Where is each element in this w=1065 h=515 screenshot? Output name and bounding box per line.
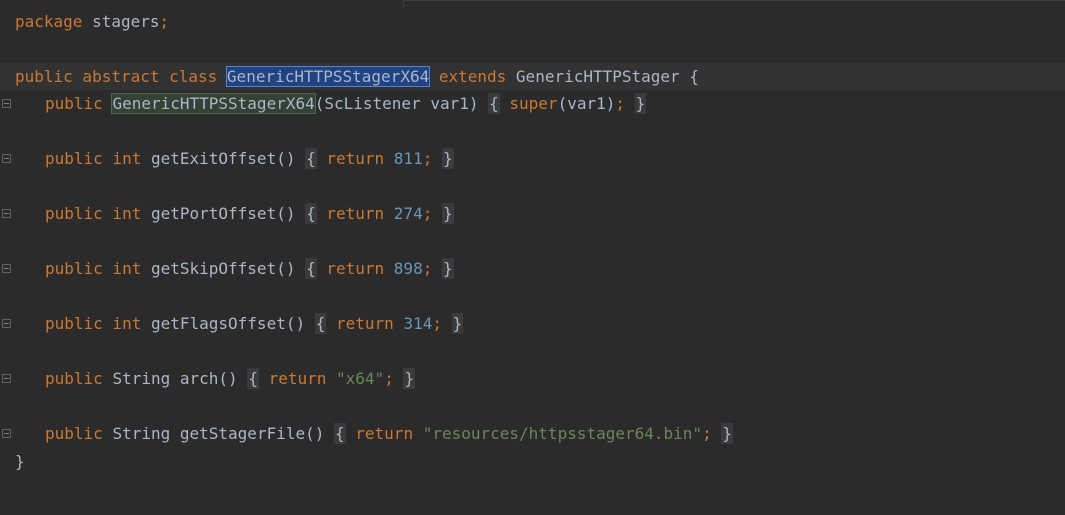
keyword-public-int: public int bbox=[45, 259, 151, 278]
return-type: String bbox=[112, 424, 180, 443]
class-name-selected[interactable]: GenericHTTPSStagerX64 bbox=[225, 66, 431, 87]
code-line-method-flags-offset[interactable]: public int getFlagsOffset() { return 314… bbox=[0, 310, 1065, 337]
return-value: 811 bbox=[393, 149, 423, 168]
semicolon: ; bbox=[432, 314, 442, 333]
fold-minus-icon[interactable] bbox=[2, 374, 11, 383]
fold-minus-icon[interactable] bbox=[2, 264, 11, 273]
code-line-3[interactable]: public abstract class GenericHTTPSStager… bbox=[0, 63, 1065, 90]
keyword-return: return bbox=[345, 424, 423, 443]
method-name: getSkipOffset() bbox=[150, 259, 306, 278]
code-line-method-arch[interactable]: public String arch() { return "x64"; } bbox=[0, 365, 1065, 392]
super-class-name: GenericHTTPStager { bbox=[515, 67, 699, 86]
keyword-extends: extends bbox=[429, 67, 516, 86]
code-line-method-skip-offset[interactable]: public int getSkipOffset() { return 898;… bbox=[0, 255, 1065, 282]
method-name: getFlagsOffset() bbox=[150, 314, 315, 333]
folded-brace-close: } bbox=[441, 258, 454, 279]
fold-minus-icon[interactable] bbox=[2, 99, 11, 108]
folded-brace-open: { bbox=[488, 93, 500, 114]
keyword-super: super bbox=[499, 94, 558, 113]
semicolon: ; bbox=[615, 94, 625, 113]
super-call-args: (var1) bbox=[557, 94, 616, 113]
class-closing-brace: } bbox=[15, 452, 25, 471]
code-line-method-exit-offset[interactable]: public int getExitOffset() { return 811;… bbox=[0, 145, 1065, 172]
return-type: String bbox=[112, 369, 180, 388]
return-value: 314 bbox=[403, 314, 433, 333]
code-line-1[interactable]: package stagers; bbox=[0, 8, 1065, 35]
code-editor[interactable]: package stagers; public abstract class G… bbox=[0, 0, 1065, 515]
folded-brace-close: } bbox=[441, 148, 454, 169]
semicolon: ; bbox=[422, 149, 433, 168]
keyword-return: return bbox=[316, 204, 394, 223]
constructor-name-highlight[interactable]: GenericHTTPSStagerX64 bbox=[111, 93, 316, 114]
code-line-closing-brace[interactable]: } bbox=[0, 448, 1065, 475]
keyword-public-int: public int bbox=[45, 149, 151, 168]
folded-brace-open: { bbox=[305, 258, 317, 279]
keyword-return: return bbox=[258, 369, 337, 388]
folded-brace-close: } bbox=[441, 203, 454, 224]
return-value: "x64" bbox=[336, 369, 385, 388]
return-value: "resources/httpsstager64.bin" bbox=[422, 424, 703, 443]
fold-minus-icon[interactable] bbox=[2, 209, 11, 218]
keyword-public: public bbox=[45, 424, 113, 443]
folded-brace-open: { bbox=[305, 148, 317, 169]
folded-brace-close: } bbox=[634, 93, 647, 114]
fold-minus-icon[interactable] bbox=[2, 319, 11, 328]
keyword-package: package bbox=[15, 12, 83, 31]
folded-brace-open: { bbox=[305, 203, 317, 224]
method-name: getStagerFile() bbox=[179, 424, 334, 443]
code-line-method-port-offset[interactable]: public int getPortOffset() { return 274;… bbox=[0, 200, 1065, 227]
folded-brace-close: } bbox=[721, 423, 733, 444]
method-name: getExitOffset() bbox=[150, 149, 306, 168]
folded-brace-open: { bbox=[334, 423, 346, 444]
code-line-method-stager-file[interactable]: public String getStagerFile() { return "… bbox=[0, 420, 1065, 447]
keyword-return: return bbox=[316, 259, 394, 278]
keyword-return: return bbox=[326, 314, 404, 333]
keyword-public-int: public int bbox=[45, 314, 151, 333]
fold-minus-icon[interactable] bbox=[2, 154, 11, 163]
keyword-public: public bbox=[45, 369, 113, 388]
semicolon: ; bbox=[422, 204, 433, 223]
code-line-4[interactable]: public GenericHTTPSStagerX64(ScListener … bbox=[0, 90, 1065, 117]
return-value: 898 bbox=[393, 259, 423, 278]
semicolon: ; bbox=[422, 259, 433, 278]
keyword-public: public bbox=[45, 94, 113, 113]
keyword-public-int: public int bbox=[45, 204, 151, 223]
folded-brace-open: { bbox=[247, 368, 259, 389]
semicolon: ; bbox=[159, 12, 170, 31]
folded-brace-close: } bbox=[451, 313, 464, 334]
method-name: getPortOffset() bbox=[150, 204, 306, 223]
return-value: 274 bbox=[393, 204, 423, 223]
keyword-return: return bbox=[316, 149, 394, 168]
constructor-params: (ScListener var1) bbox=[314, 94, 489, 113]
folded-brace-close: } bbox=[403, 368, 416, 389]
method-name: arch() bbox=[179, 369, 248, 388]
semicolon: ; bbox=[384, 369, 394, 388]
package-name: stagers bbox=[82, 12, 160, 31]
keyword-class-modifiers: public abstract class bbox=[15, 67, 227, 86]
folded-brace-open: { bbox=[314, 313, 327, 334]
fold-minus-icon[interactable] bbox=[2, 429, 11, 438]
editor-tab-border bbox=[403, 0, 1065, 7]
semicolon: ; bbox=[702, 424, 712, 443]
